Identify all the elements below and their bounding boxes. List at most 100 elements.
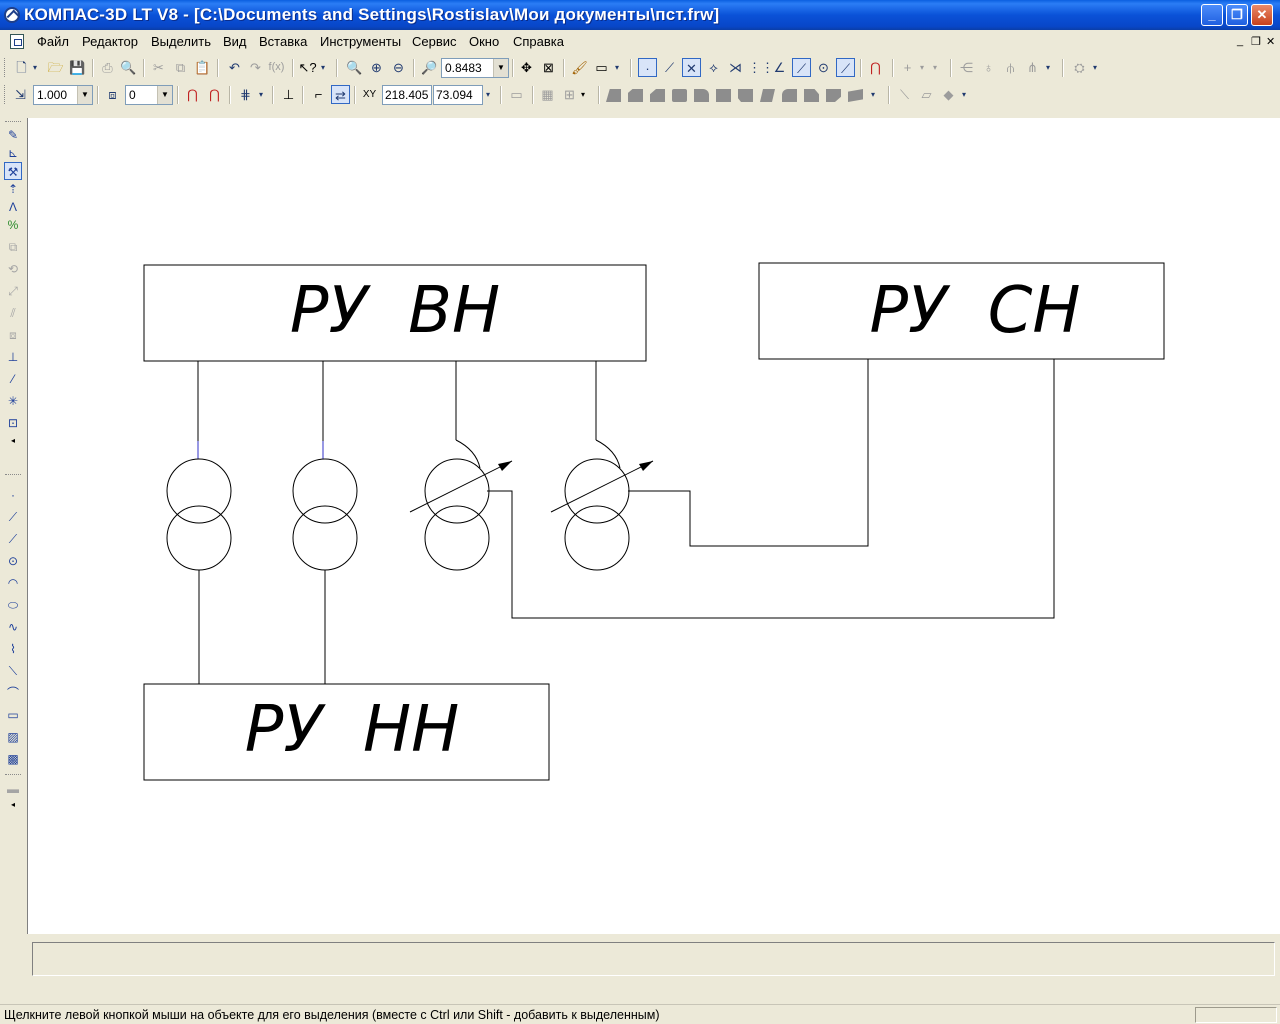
zoom-window-icon[interactable]: 🔍 bbox=[345, 58, 364, 77]
transformer-2-winding-top[interactable] bbox=[292, 458, 358, 524]
shape-round-corner-icon[interactable] bbox=[694, 89, 709, 102]
fragment-icon[interactable]: ⫛ bbox=[1001, 58, 1020, 77]
snap-angle-icon[interactable]: ∠ bbox=[770, 58, 789, 77]
help-pointer-icon[interactable]: ↖? bbox=[298, 58, 317, 77]
document-icon[interactable] bbox=[10, 34, 24, 49]
mirror-icon[interactable]: ⫽ bbox=[4, 304, 22, 322]
library-icon[interactable]: ⛭ bbox=[1070, 58, 1089, 77]
title-bar[interactable]: КОМПАС-3D LT V8 - [C:\Documents and Sett… bbox=[0, 0, 1280, 30]
zoom-scale-icon[interactable]: 🔎 bbox=[420, 58, 439, 77]
drawing-svg[interactable]: РУ ВН РУ СН РУ НН bbox=[28, 118, 1280, 934]
mdi-minimize-icon[interactable]: _ bbox=[1237, 35, 1243, 47]
chevron-down-icon[interactable]: ▼ bbox=[493, 59, 508, 77]
ellipse-icon[interactable]: ⬭ bbox=[4, 596, 22, 614]
snap-tangent-icon[interactable]: ⟡ bbox=[704, 58, 723, 77]
shape-chamfer-icon[interactable] bbox=[606, 89, 621, 102]
shape-bevel-icon[interactable] bbox=[650, 89, 665, 102]
chevron-down-icon[interactable]: ▼ bbox=[77, 86, 92, 104]
menu-window[interactable]: Окно bbox=[469, 34, 499, 49]
mdi-close-icon[interactable]: ✕ bbox=[1266, 35, 1275, 48]
round-coords-icon[interactable]: ⇄ bbox=[331, 85, 350, 104]
toolbar-grip[interactable] bbox=[4, 58, 8, 77]
shape-parallelogram-icon[interactable] bbox=[760, 89, 775, 102]
hatch-style-icon[interactable]: ▱ bbox=[917, 85, 936, 104]
ortho-icon[interactable]: ⌐ bbox=[309, 85, 328, 104]
shape-cut-icon[interactable] bbox=[738, 89, 753, 102]
contour-icon[interactable]: ▩ bbox=[4, 750, 22, 768]
copy-tool-icon[interactable]: ⧈ bbox=[4, 326, 22, 344]
trim-icon[interactable]: ⁄ bbox=[4, 370, 22, 388]
kompas-app-icon[interactable] bbox=[4, 7, 20, 23]
shape-taper-icon[interactable] bbox=[848, 89, 863, 102]
macro-icon[interactable]: ⋲ bbox=[957, 58, 976, 77]
select-tab-icon[interactable]: % bbox=[4, 216, 22, 234]
shape-square-icon[interactable] bbox=[672, 89, 687, 102]
local-snap-icon[interactable]: + bbox=[898, 58, 917, 77]
magnet-snap-icon[interactable]: ⋂ bbox=[183, 85, 202, 104]
undo-icon[interactable]: ↶ bbox=[225, 58, 244, 77]
dimensions-tab-icon[interactable]: ⊾ bbox=[4, 144, 22, 162]
magnet-icon[interactable]: ⋂ bbox=[866, 58, 885, 77]
transformer-1-winding-bottom[interactable] bbox=[166, 505, 232, 571]
menu-select[interactable]: Выделить bbox=[151, 34, 211, 49]
menu-help[interactable]: Справка bbox=[513, 34, 564, 49]
display-dropdown-icon[interactable]: ▾ bbox=[612, 58, 622, 77]
shape-corner-icon[interactable] bbox=[628, 89, 643, 102]
show-all-icon[interactable]: ⊠ bbox=[539, 58, 558, 77]
redo-icon[interactable]: ↷ bbox=[246, 58, 265, 77]
table-icon[interactable]: ▦ bbox=[538, 85, 557, 104]
transformer-4-winding-top[interactable] bbox=[564, 458, 630, 524]
chevron-down-icon[interactable]: ▼ bbox=[157, 86, 172, 104]
menu-view[interactable]: Вид bbox=[223, 34, 247, 49]
cursor-coords-icon[interactable]: XY bbox=[360, 85, 379, 104]
clip-icon[interactable]: ⊡ bbox=[4, 414, 22, 432]
mdi-restore-icon[interactable]: ❐ bbox=[1251, 35, 1261, 48]
auxiliary-line-icon[interactable]: ⟋ bbox=[4, 508, 22, 526]
shape-rect-icon[interactable] bbox=[716, 89, 731, 102]
transformer-3-hv-arc[interactable] bbox=[455, 439, 481, 469]
local-snap-dropdown2-icon[interactable]: ▾ bbox=[930, 58, 940, 77]
fillet-icon[interactable]: ⌒ bbox=[4, 684, 22, 702]
layer-combo[interactable]: 0 ▼ bbox=[125, 85, 173, 105]
menu-service[interactable]: Сервис bbox=[412, 34, 457, 49]
zoom-in-icon[interactable]: ⊕ bbox=[367, 58, 386, 77]
line-style-icon[interactable]: ⟍ bbox=[895, 85, 914, 104]
segment-icon[interactable]: ⟋ bbox=[4, 530, 22, 548]
snap-point-on-curve-icon[interactable]: ⟋ bbox=[836, 58, 855, 77]
cut-icon[interactable]: ✂ bbox=[149, 58, 168, 77]
transformer-1-winding-top[interactable] bbox=[166, 458, 232, 524]
property-panel[interactable] bbox=[32, 942, 1275, 976]
copy-icon[interactable]: ⧉ bbox=[171, 58, 190, 77]
more-left-icon-2[interactable]: ◂ bbox=[4, 796, 22, 814]
transformer-4-mv-lead[interactable] bbox=[628, 359, 869, 547]
magnet-local-icon[interactable]: ⋂ bbox=[205, 85, 224, 104]
zoom-combo[interactable]: 0.8483 ▼ bbox=[441, 58, 509, 78]
style-dropdown-icon[interactable]: ▾ bbox=[959, 85, 969, 104]
new-dropdown-icon[interactable]: ▾ bbox=[30, 58, 40, 77]
snap-intersection-icon[interactable]: ⟋ bbox=[660, 58, 679, 77]
deform-icon[interactable]: ⊥ bbox=[4, 348, 22, 366]
reference-icon[interactable]: ⊞ bbox=[560, 85, 579, 104]
print-preview-icon[interactable]: 🔍 bbox=[119, 58, 138, 77]
snap-nearest-point-icon[interactable]: · bbox=[638, 58, 657, 77]
menu-insert[interactable]: Вставка bbox=[259, 34, 307, 49]
fill-style-icon[interactable]: ◆ bbox=[939, 85, 958, 104]
arc-icon[interactable]: ◠ bbox=[4, 574, 22, 592]
shapes-dropdown-icon[interactable]: ▾ bbox=[868, 85, 878, 104]
menu-tools[interactable]: Инструменты bbox=[320, 34, 401, 49]
hatch-edit-icon[interactable]: ♁ bbox=[979, 58, 998, 77]
transformer-4-hv-arc[interactable] bbox=[595, 439, 621, 469]
snap-cross-icon[interactable]: ✕ bbox=[682, 58, 701, 77]
snap-center-icon[interactable]: ⊙ bbox=[814, 58, 833, 77]
snap-midpoint-icon[interactable]: ⟋ bbox=[792, 58, 811, 77]
local-cs-icon[interactable]: ⊥ bbox=[279, 85, 298, 104]
scale-tool-icon[interactable]: ⤢ bbox=[4, 282, 22, 300]
circle-icon[interactable]: ⊙ bbox=[4, 552, 22, 570]
transformer-3-mv-lead[interactable] bbox=[487, 359, 1055, 619]
polyline-icon[interactable]: ⌇ bbox=[4, 640, 22, 658]
properties-brush-icon[interactable]: 🖌 bbox=[570, 58, 589, 77]
frame-icon[interactable]: ▭ bbox=[507, 85, 526, 104]
transformer-3-winding-bottom[interactable] bbox=[424, 505, 490, 571]
coord-y-field[interactable]: 73.094 bbox=[433, 85, 483, 105]
snap-grid-icon[interactable]: ⋮⋮ bbox=[748, 58, 774, 77]
